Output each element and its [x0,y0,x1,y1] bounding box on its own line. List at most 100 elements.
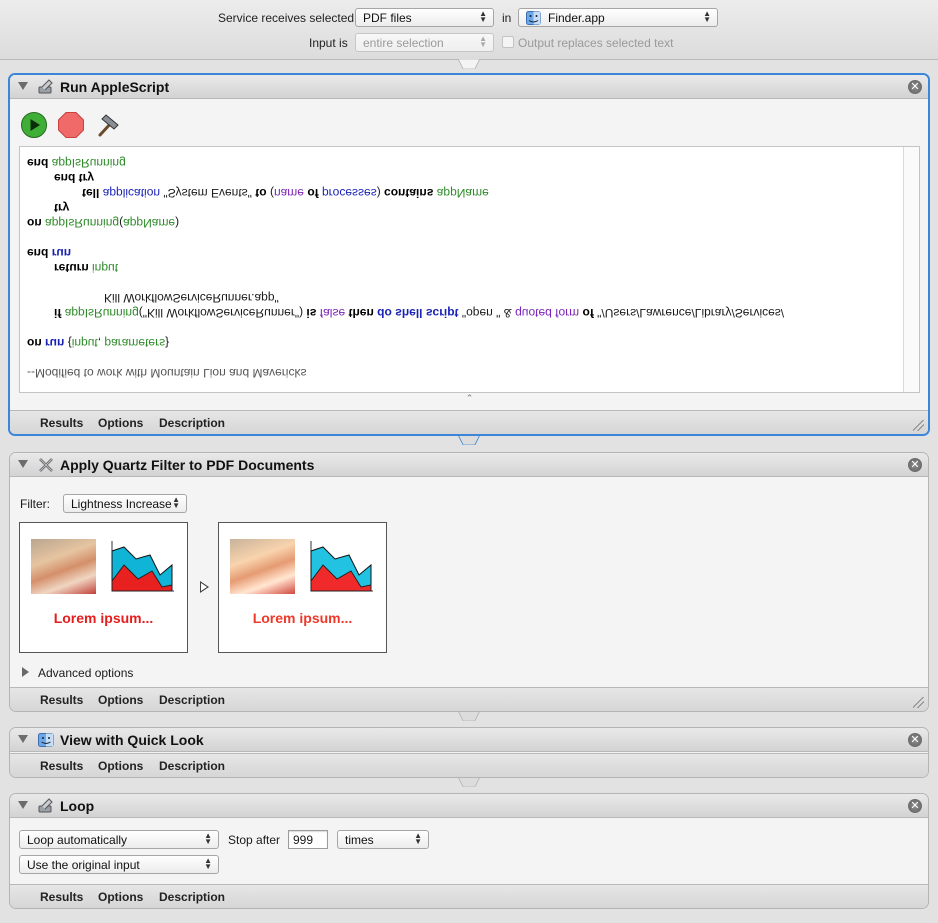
application-popup[interactable]: Finder.app ▲ ▼ [518,8,718,27]
loop-unit-popup[interactable]: times ▲ ▼ [337,830,429,849]
script-line: Kill WorkflowServiceRunner.app" [104,291,279,305]
script-line: end run [27,246,72,260]
filter-label: Filter: [20,497,50,511]
service-input-type-popup[interactable]: PDF files ▲ ▼ [355,8,494,27]
finder-icon [526,11,541,25]
action-title-bar[interactable]: Apply Quartz Filter to PDF Documents ✕ [10,453,928,477]
quartz-filter-icon [39,458,53,472]
resize-grip-icon[interactable] [913,697,924,708]
script-editor[interactable]: --Modified to work with Mountain Lion an… [19,146,920,393]
arrow-right-icon [200,581,209,593]
editor-resize-handle[interactable]: ⌃ [19,393,920,405]
script-line: tell application "System Events" to (nam… [82,186,489,200]
results-button[interactable]: Results [40,416,83,430]
results-button[interactable]: Results [40,890,83,904]
connector-notch [457,59,481,69]
area-chart-image [310,541,373,592]
collapse-triangle-icon[interactable] [18,735,28,743]
loop-input-value: Use the original input [27,858,140,872]
in-label: in [502,11,512,25]
loop-action[interactable]: Loop ✕ Loop automatically ▲ ▼ Stop after … [9,793,929,909]
action-footer: Results Options Description [10,753,928,777]
loop-mode-value: Loop automatically [27,833,128,847]
description-button[interactable]: Description [159,416,225,430]
script-line: end try [54,171,95,185]
popup-arrows-icon: ▲ ▼ [172,495,180,510]
options-button[interactable]: Options [98,890,143,904]
run-applescript-action[interactable]: Run AppleScript ✕ --Modified to work wit… [8,73,930,436]
popup-arrows-icon: ▲ ▼ [204,856,212,871]
loop-count-field[interactable]: 999 [288,830,328,849]
input-is-label: Input is [309,36,348,50]
view-with-quick-look-action[interactable]: View with Quick Look ✕ Results Options D… [9,727,929,778]
script-line: on run {input, parameters} [27,336,170,350]
results-button[interactable]: Results [40,693,83,707]
connector-notch [457,777,481,787]
input-is-popup[interactable]: entire selection ▲ ▼ [355,33,494,52]
service-receives-label: Service receives selected [218,11,355,25]
loop-mode-popup[interactable]: Loop automatically ▲ ▼ [19,830,219,849]
action-title: Loop [60,798,95,814]
loop-automator-icon [38,798,53,813]
collapse-triangle-icon[interactable] [18,82,28,90]
action-title: Apply Quartz Filter to PDF Documents [60,457,315,473]
resize-grip-icon[interactable] [913,420,924,431]
loop-unit-value: times [345,833,374,847]
collapse-triangle-icon[interactable] [18,460,28,468]
advanced-options-triangle-icon[interactable] [22,667,29,677]
action-title-bar[interactable]: View with Quick Look ✕ [10,728,928,752]
filter-popup[interactable]: Lightness Increase ▲ ▼ [63,494,187,513]
options-button[interactable]: Options [98,693,143,707]
script-code-mirrored: --Modified to work with Mountain Lion an… [20,147,919,392]
collapse-triangle-icon[interactable] [18,801,28,809]
script-line: if appIsRunning("Kill WorkflowServiceRun… [54,306,785,320]
apply-quartz-filter-action[interactable]: Apply Quartz Filter to PDF Documents ✕ F… [9,452,929,712]
action-title-bar[interactable]: Run AppleScript ✕ [10,75,928,99]
script-line: --Modified to work with Mountain Lion an… [27,366,307,380]
girl-photo-image [31,539,96,594]
action-title: Run AppleScript [60,79,170,95]
service-header: Service receives selected PDF files ▲ ▼ i… [0,0,938,60]
connector-notch [457,435,481,445]
run-script-button[interactable] [20,111,48,139]
popup-arrows-icon: ▲ ▼ [479,9,487,24]
compile-hammer-button[interactable] [94,111,122,139]
close-action-icon[interactable]: ✕ [908,799,922,813]
output-replaces-checkbox[interactable] [502,36,514,48]
options-button[interactable]: Options [98,759,143,773]
close-action-icon[interactable]: ✕ [908,458,922,472]
action-title: View with Quick Look [60,732,204,748]
filter-value: Lightness Increase [71,497,172,511]
girl-photo-image [230,539,295,594]
output-replaces-label: Output replaces selected text [518,36,674,50]
applescript-icon [38,79,53,94]
before-preview: Lorem ipsum... [19,522,188,653]
advanced-options-label[interactable]: Advanced options [38,666,133,680]
options-button[interactable]: Options [98,416,143,430]
results-button[interactable]: Results [40,759,83,773]
stop-script-button[interactable] [57,111,85,139]
finder-icon [38,733,54,747]
action-footer: Results Options Description [10,884,928,908]
script-line: try [54,201,70,215]
close-action-icon[interactable]: ✕ [908,733,922,747]
popup-arrows-icon: ▲ ▼ [204,831,212,846]
script-line: on appIsRunning(appName) [27,216,180,230]
editor-scrollbar[interactable] [903,147,919,392]
loop-input-popup[interactable]: Use the original input ▲ ▼ [19,855,219,874]
action-footer: Results Options Description [10,410,928,434]
input-is-value: entire selection [363,36,444,50]
service-input-type-value: PDF files [363,11,412,25]
action-title-bar[interactable]: Loop ✕ [10,794,928,818]
application-value: Finder.app [548,11,605,25]
description-button[interactable]: Description [159,890,225,904]
after-preview: Lorem ipsum... [218,522,387,653]
script-line: end appIsRunning [27,156,126,170]
close-action-icon[interactable]: ✕ [908,80,922,94]
description-button[interactable]: Description [159,759,225,773]
after-lorem-text: Lorem ipsum... [252,610,353,626]
before-lorem-text: Lorem ipsum... [53,610,154,626]
description-button[interactable]: Description [159,693,225,707]
area-chart-image [111,541,174,592]
popup-arrows-icon: ▲ ▼ [703,9,711,24]
